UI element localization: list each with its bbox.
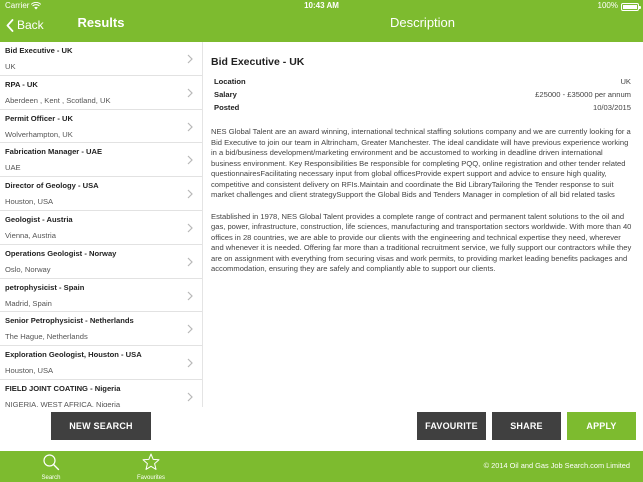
result-job-title: Exploration Geologist, Houston - USA [5,350,142,360]
result-job-location: Madrid, Spain [5,298,52,308]
chevron-right-icon [187,122,193,132]
list-item[interactable]: Fabrication Manager - UAE UAE [0,143,202,178]
description-navbar: Description [202,12,643,42]
search-icon [43,454,60,471]
result-job-location: NIGERIA, WEST AFRICA, Nigeria [5,399,121,407]
chevron-right-icon [187,392,193,402]
list-item[interactable]: Senior Petrophysicist - Netherlands The H… [0,312,202,347]
posted-label: Posted [214,103,240,112]
results-list: Bid Executive - UK UK RPA - UK Aberdeen , K… [0,42,202,407]
result-job-title: Fabrication Manager - UAE [5,147,103,157]
result-job-title: Senior Petrophysicist - Netherlands [5,316,134,326]
description-paragraph: NES Global Talent are an award winning, … [211,127,631,199]
favourite-button[interactable]: FAVOURITE [417,412,486,440]
tab-favourites-label: Favourites [136,475,165,481]
result-job-location: Aberdeen , Kent , Scotland, UK [5,95,111,105]
list-item[interactable]: Permit Officer - UK Wolverhampton, UK [0,110,202,144]
list-item[interactable]: Operations Geologist - Norway Oslo, Norwa… [0,245,202,279]
chevron-right-icon [187,155,193,165]
salary-row: Salary £25000 - £35000 per annum [211,88,632,101]
chevron-right-icon [187,257,193,267]
list-item[interactable]: Geologist - Austria Vienna, Austria [0,211,202,245]
salary-value: £25000 - £35000 per annum [535,90,631,99]
result-job-location: Vienna, Austria [5,230,56,240]
chevron-right-icon [187,223,193,233]
copyright-text: © 2014 Oil and Gas Job Search.com Limite… [483,461,630,470]
pane-divider [202,42,203,451]
job-meta: Location UK Salary £25000 - £35000 per a… [211,75,632,114]
result-job-title: Geologist - Austria [5,214,73,224]
list-item[interactable]: RPA - UK Aberdeen , Kent , Scotland, UK [0,76,202,110]
app-window: Carrier 10:43 AM 100% Back Results Descr… [0,0,643,482]
tab-bar: Search Favourites © 2014 Oil and Gas Job… [0,451,643,482]
tab-favourites[interactable]: Favourites [121,452,181,482]
posted-value: 10/03/2015 [592,103,631,112]
result-job-location: Wolverhampton, UK [5,129,73,139]
chevron-right-icon [187,324,193,334]
description-title: Description [389,15,456,30]
share-button[interactable]: SHARE [492,412,561,440]
tab-search[interactable]: Search [21,452,81,482]
star-icon [142,453,160,470]
chevron-right-icon [187,88,193,98]
list-item[interactable]: Exploration Geologist, Houston - USA Hous… [0,346,202,380]
chevron-right-icon [187,189,193,199]
battery-icon [621,3,641,11]
battery-indicator: 100% [597,0,641,12]
result-job-location: UK [5,62,16,71]
result-job-title: FIELD JOINT COATING - Nigeria [5,383,121,393]
result-job-title: RPA - UK [5,79,38,89]
new-search-button[interactable]: NEW SEARCH [51,412,151,440]
job-title: Bid Executive - UK [211,56,305,68]
location-value: UK [620,77,631,86]
result-job-location: UAE [5,163,21,173]
list-item[interactable]: petrophysicist - Spain Madrid, Spain [0,279,202,313]
salary-label: Salary [214,90,237,99]
chevron-right-icon [187,54,193,64]
top-bar: Carrier 10:43 AM 100% Back Results Descr… [0,0,643,42]
list-item[interactable]: FIELD JOINT COATING - Nigeria NIGERIA, WE… [0,380,202,407]
location-row: Location UK [211,75,632,88]
job-description-pane: Bid Executive - UK Location UK Salary £2… [211,42,632,407]
result-job-title: Operations Geologist - Norway [5,248,117,258]
battery-percent: 100% [597,1,618,10]
posted-row: Posted 10/03/2015 [211,101,632,114]
job-description-text: NES Global Talent are an award winning, … [211,127,632,275]
action-bar: NEW SEARCH FAVOURITE SHARE APPLY [0,407,643,451]
status-bar: Carrier 10:43 AM 100% [0,0,643,12]
result-job-title: petrophysicist - Spain [5,282,85,292]
results-navbar: Back Results [0,12,202,42]
result-job-location: Houston, USA [5,197,54,207]
result-job-location: Oslo, Norway [5,264,51,274]
chevron-right-icon [187,291,193,301]
company-paragraph: Established in 1978, NES Global Talent p… [211,211,632,274]
location-label: Location [214,77,246,86]
list-item[interactable]: Bid Executive - UK UK [0,42,202,76]
result-job-title: Bid Executive - UK [5,46,73,55]
result-job-location: The Hague, Netherlands [5,332,88,342]
results-title: Results [77,15,125,30]
status-time: 10:43 AM [304,1,339,10]
apply-button[interactable]: APPLY [567,412,636,440]
result-job-title: Director of Geology - USA [5,181,99,191]
result-job-title: Permit Officer - UK [5,113,73,123]
list-item[interactable]: Director of Geology - USA Houston, USA [0,177,202,211]
result-job-location: Houston, USA [5,366,54,376]
tab-search-label: Search [41,475,61,481]
chevron-right-icon [187,358,193,368]
